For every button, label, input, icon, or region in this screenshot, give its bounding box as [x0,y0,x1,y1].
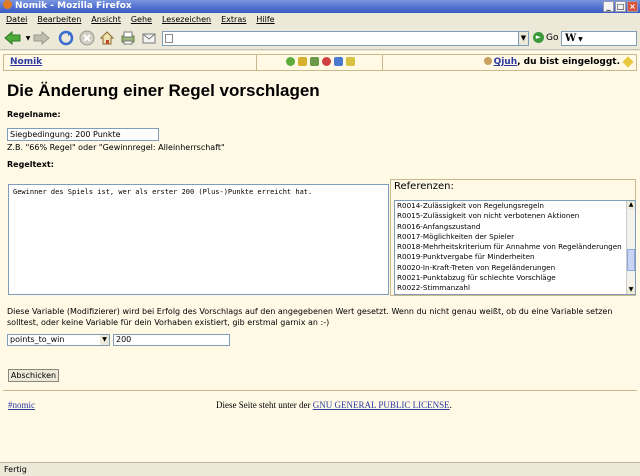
nomik-home-link[interactable]: Nomik [10,57,42,67]
reference-option[interactable]: R0021-Punktabzug für schlechte Vorschläg… [395,273,635,283]
maximize-button[interactable]: □ [615,1,626,12]
reference-option[interactable]: R0022-Stimmanzahl [395,283,635,293]
references-heading: Referenzen: [394,181,454,192]
variable-description: Diese Variable (Modifizierer) wird bei E… [7,307,613,327]
references-scrollbar[interactable]: ▲ ▼ [626,201,635,294]
reference-option[interactable]: R0016-Anfangszustand [395,222,635,232]
menu-datei[interactable]: Datei [6,13,27,26]
rule-text-label: Regeltext: [7,160,54,169]
page-icon [165,34,173,43]
reload-icon[interactable] [57,29,75,47]
edit-icon[interactable] [298,57,307,66]
license-link[interactable]: GNU GENERAL PUBLIC LICENSE [313,400,450,410]
remove-icon[interactable] [322,57,331,66]
chevron-down-icon: ▼ [100,335,109,345]
scroll-thumb[interactable] [627,249,635,271]
home-icon[interactable] [98,29,116,47]
user-icon [483,57,492,65]
variable-select[interactable]: points_to_win ▼ [7,334,110,346]
firefox-icon [3,0,12,9]
rule-name-hint: Z.B. "66% Regel" oder "Gewinnregel: Alle… [7,143,225,152]
print-icon[interactable] [119,29,137,47]
back-arrow-icon[interactable] [4,29,22,47]
back-dropdown-icon[interactable]: ▼ [24,29,32,47]
rule-name-input[interactable]: Siegbedingung: 200 Punkte [7,128,159,141]
license-suffix: . [449,400,452,410]
reference-option[interactable]: R0018-Mehrheitskriterium für Annahme von… [395,242,635,252]
search-engine-icon: W [565,33,577,44]
stop-icon[interactable] [78,29,96,47]
scroll-down-icon[interactable]: ▼ [627,286,635,294]
navigation-toolbar: ▼ ▼ ► Go W ▼ [0,26,640,50]
vote-icon[interactable] [310,57,319,66]
submit-button[interactable]: Abschicken [8,369,59,382]
menu-gehe[interactable]: Gehe [131,13,152,26]
references-panel: Referenzen: R0014-Zulässigkeit von Regel… [390,179,636,296]
status-bar: Fertig [0,462,640,476]
address-dropdown-icon[interactable]: ▼ [518,31,529,46]
window-title-bar: Nomik - Mozilla Firefox _ □ × [0,0,640,13]
window-title: Nomik - Mozilla Firefox [15,1,132,11]
rule-name-label: Regelname: [7,110,61,119]
rule-text-textarea[interactable]: Gewinner des Spiels ist, wer als erster … [8,184,389,295]
variable-value-input[interactable]: 200 [113,334,230,346]
reference-option[interactable]: R0019-Punktvergabe für Minderheiten [395,252,635,262]
go-button[interactable]: ► Go [533,32,558,43]
mail-icon[interactable] [140,29,158,47]
reference-option[interactable]: R0023-Siegbedingung: 100 Punkte [395,293,635,294]
user-link[interactable]: Qjuh [494,57,518,67]
references-listbox[interactable]: R0014-Zulässigkeit von Regelungsregeln R0… [394,200,636,295]
add-icon[interactable] [286,57,295,66]
site-action-icons [286,57,355,66]
page-title: Die Änderung einer Regel vorschlagen [7,81,320,100]
info-icon[interactable] [334,57,343,66]
reference-option[interactable]: R0014-Zulässigkeit von Regelungsregeln [395,201,635,211]
forward-arrow-icon[interactable] [32,29,50,47]
variable-select-value: points_to_win [10,335,65,344]
menu-bearbeiten[interactable]: Bearbeiten [37,13,81,26]
divider [382,55,383,70]
go-label: Go [546,32,559,43]
pencil-icon[interactable] [346,57,355,66]
menu-bar: Datei Bearbeiten Ansicht Gehe Lesezeiche… [0,13,640,26]
reference-option[interactable]: R0020-In-Kraft-Treten von Regeländerunge… [395,263,635,273]
menu-ansicht[interactable]: Ansicht [91,13,121,26]
minimize-button[interactable]: _ [603,1,614,12]
login-status: Qjuh, du bist eingeloggt. [483,57,620,67]
site-navbar: Nomik Qjuh, du bist eingeloggt. [3,54,637,71]
footer-divider [3,390,637,391]
divider [256,55,257,70]
reference-option[interactable]: R0017-Möglichkeiten der Spieler [395,232,635,242]
close-button[interactable]: × [627,1,638,12]
license-footer: Diese Seite steht unter der GNU GENERAL … [216,400,452,410]
page-content: Nomik Qjuh, du bist eingeloggt. Die Ände… [0,51,640,462]
login-suffix: , du bist eingeloggt. [517,57,620,67]
logout-icon[interactable] [622,56,634,68]
menu-hilfe[interactable]: Hilfe [256,13,274,26]
menu-extras[interactable]: Extras [221,13,246,26]
reference-option[interactable]: R0015-Zulässigkeit von nicht verbotenen … [395,211,635,221]
address-bar[interactable] [162,31,528,46]
go-arrow-icon: ► [533,32,544,43]
menu-lesezeichen[interactable]: Lesezeichen [162,13,211,26]
search-input[interactable]: W ▼ [561,31,637,46]
nomic-channel-link[interactable]: #nomic [8,400,35,410]
license-prefix: Diese Seite steht unter der [216,400,313,410]
scroll-up-icon[interactable]: ▲ [627,201,635,209]
